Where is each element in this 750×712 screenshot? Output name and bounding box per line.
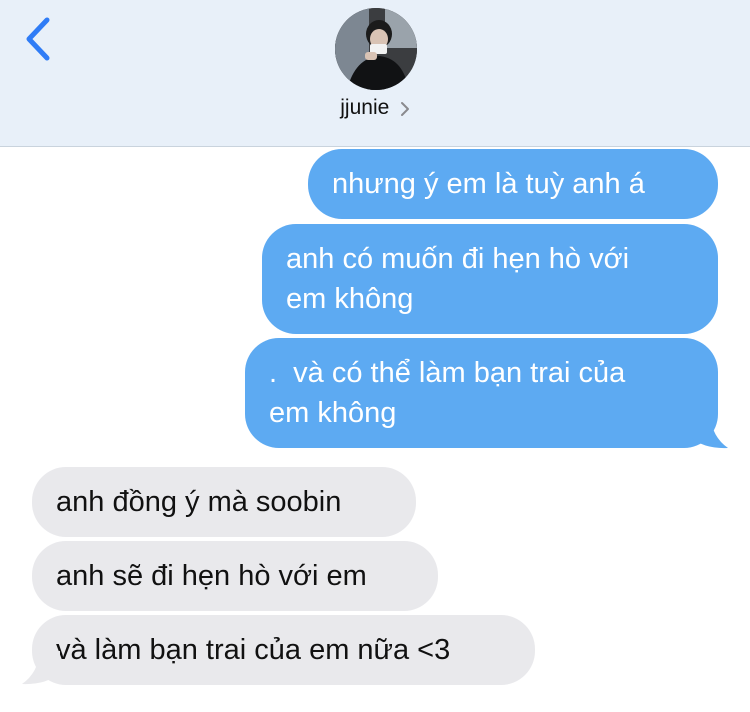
message-text: anh có muốn đi hẹn hò với em không (286, 243, 630, 315)
received-bubble-tail (22, 651, 60, 685)
chevron-left-icon (26, 17, 50, 61)
contact-photo (335, 8, 417, 90)
contact-name-row[interactable]: jjunie (0, 96, 750, 126)
message-bubble-received[interactable]: anh sẽ đi hẹn hò với em (32, 541, 438, 611)
message-bubble-received[interactable]: anh đồng ý mà soobin (32, 467, 416, 537)
message-text: nhưng ý em là tuỳ anh á (332, 168, 645, 200)
conversation-header: jjunie (0, 0, 750, 147)
message-thread: nhưng ý em là tuỳ anh á anh có muốn đi h… (0, 147, 750, 712)
message-bubble-sent[interactable]: nhưng ý em là tuỳ anh á (308, 149, 718, 219)
message-text: anh sẽ đi hẹn hò với em (56, 560, 367, 592)
back-button[interactable] (18, 14, 62, 68)
message-text: và làm bạn trai của em nữa <3 (56, 634, 451, 666)
message-text: . và có thể làm bạn trai của em không (269, 357, 626, 429)
chevron-right-icon (400, 102, 409, 116)
message-bubble-received[interactable]: và làm bạn trai của em nữa <3 (32, 615, 535, 685)
message-bubble-sent[interactable]: anh có muốn đi hẹn hò với em không (262, 224, 718, 334)
sent-bubble-tail (690, 415, 728, 449)
avatar[interactable] (335, 8, 417, 90)
message-text: anh đồng ý mà soobin (56, 486, 342, 518)
contact-name: jjunie (340, 96, 390, 119)
message-bubble-sent[interactable]: . và có thể làm bạn trai của em không (245, 338, 718, 448)
